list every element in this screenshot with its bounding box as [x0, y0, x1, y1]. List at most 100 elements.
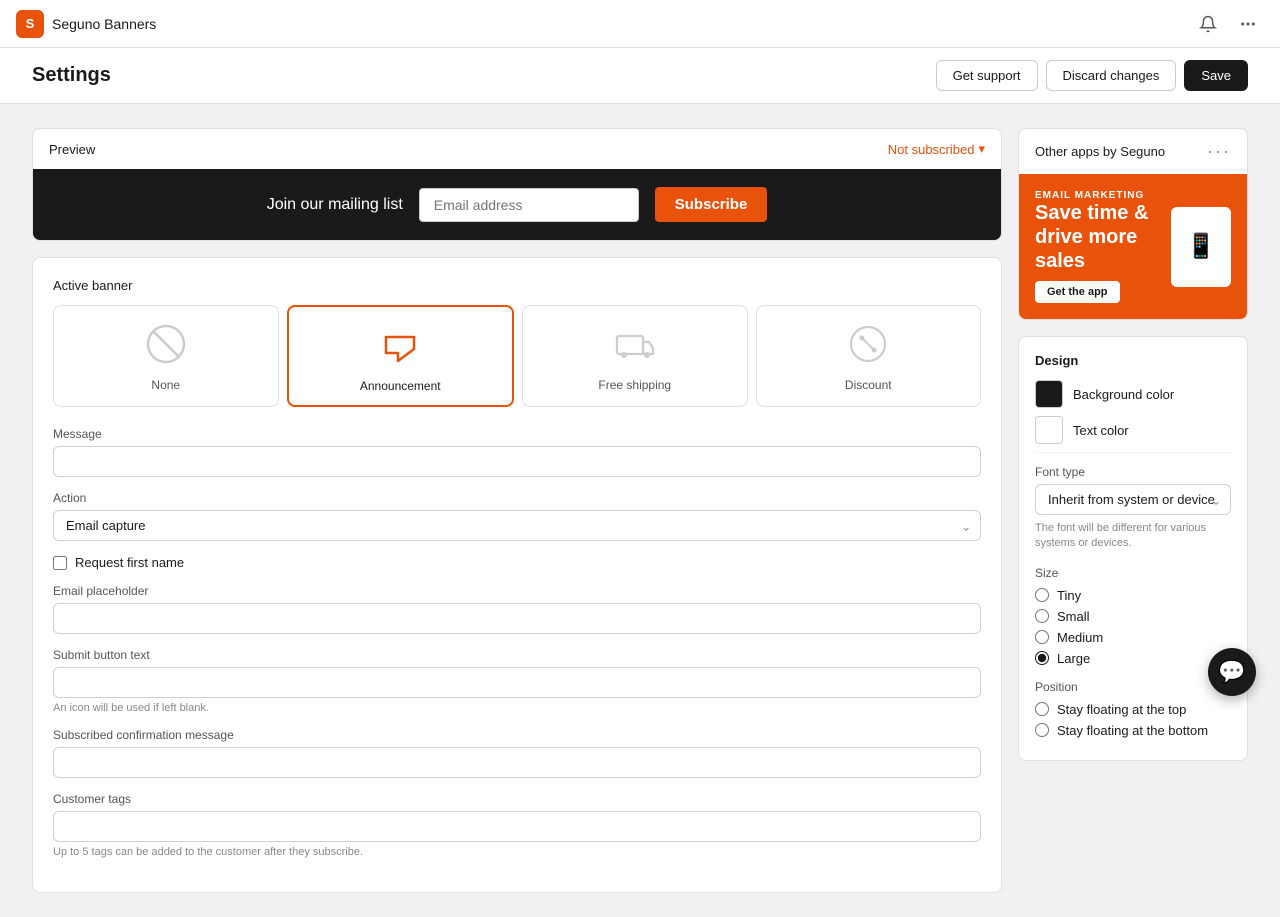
size-small-radio[interactable]	[1035, 609, 1049, 623]
size-small-label: Small	[1057, 609, 1090, 624]
promo-eyebrow: EMAIL MARKETING	[1035, 190, 1163, 201]
font-type-select[interactable]: Inherit from system or device	[1035, 484, 1231, 515]
position-section: Position Stay floating at the top Stay f…	[1035, 680, 1231, 738]
position-label: Position	[1035, 680, 1231, 694]
position-bottom-radio[interactable]	[1035, 723, 1049, 737]
get-support-button[interactable]: Get support	[936, 60, 1038, 91]
size-medium-radio[interactable]	[1035, 630, 1049, 644]
submit-hint: An icon will be used if left blank.	[53, 702, 981, 714]
settings-card: Active banner None	[32, 257, 1002, 893]
main-content: Preview Not subscribed ▾ Join our mailin…	[0, 104, 1280, 917]
other-apps-card: Other apps by Seguno ··· EMAIL MARKETING…	[1018, 128, 1248, 320]
design-card: Design Background color Text color Font …	[1018, 336, 1248, 761]
submit-button-group: Submit button text Subscribe An icon wil…	[53, 648, 981, 714]
banner-option-none-label: None	[151, 378, 180, 392]
design-section: Design Background color Text color Font …	[1019, 337, 1247, 760]
size-tiny-row[interactable]: Tiny	[1035, 588, 1231, 603]
font-type-select-wrapper: Inherit from system or device	[1035, 484, 1231, 515]
page-actions: Get support Discard changes Save	[936, 60, 1248, 91]
size-tiny-label: Tiny	[1057, 588, 1081, 603]
banner-option-announcement-label: Announcement	[360, 379, 441, 393]
message-group: Message Join our mailing list	[53, 427, 981, 477]
preview-banner: Join our mailing list Subscribe	[33, 169, 1001, 240]
size-medium-row[interactable]: Medium	[1035, 630, 1231, 645]
background-color-row: Background color	[1035, 380, 1231, 408]
customer-tags-hint: Up to 5 tags can be added to the custome…	[53, 846, 981, 858]
position-top-radio[interactable]	[1035, 702, 1049, 716]
action-group: Action Email capture	[53, 491, 981, 541]
chat-bubble[interactable]: 💬	[1208, 648, 1256, 696]
save-button[interactable]: Save	[1184, 60, 1248, 91]
message-label: Message	[53, 427, 981, 441]
preview-banner-text: Join our mailing list	[267, 196, 403, 214]
size-medium-label: Medium	[1057, 630, 1103, 645]
background-color-label: Background color	[1073, 387, 1174, 402]
size-large-label: Large	[1057, 651, 1090, 666]
font-type-hint: The font will be different for various s…	[1035, 521, 1231, 552]
email-placeholder-group: Email placeholder Email address	[53, 584, 981, 634]
email-placeholder-input[interactable]: Email address	[53, 603, 981, 634]
topbar: S Seguno Banners	[0, 0, 1280, 48]
banner-option-announcement[interactable]: Announcement	[287, 305, 515, 407]
position-top-row[interactable]: Stay floating at the top	[1035, 702, 1231, 717]
confirmation-input[interactable]: Thanks for subscribing	[53, 747, 981, 778]
background-color-swatch[interactable]	[1035, 380, 1063, 408]
font-type-label: Font type	[1035, 465, 1231, 479]
free-shipping-icon	[609, 318, 661, 370]
customer-tags-input[interactable]	[53, 811, 981, 842]
promo-banner: EMAIL MARKETING Save time & drive more s…	[1019, 174, 1247, 319]
request-first-name-checkbox[interactable]	[53, 556, 67, 570]
confirmation-label: Subscribed confirmation message	[53, 728, 981, 742]
divider	[1035, 452, 1231, 453]
request-first-name-row: Request first name	[53, 555, 981, 570]
more-menu-icon[interactable]	[1232, 8, 1264, 40]
discount-icon	[842, 318, 894, 370]
notifications-icon[interactable]	[1192, 8, 1224, 40]
other-apps-title: Other apps by Seguno	[1035, 144, 1165, 159]
preview-email-input[interactable]	[419, 188, 639, 222]
app-title: Seguno Banners	[52, 16, 156, 32]
position-bottom-label: Stay floating at the bottom	[1057, 723, 1208, 738]
promo-text: EMAIL MARKETING Save time & drive more s…	[1035, 190, 1163, 303]
app-logo: S	[16, 10, 44, 38]
message-input[interactable]: Join our mailing list	[53, 446, 981, 477]
size-label: Size	[1035, 566, 1231, 580]
promo-cta-button[interactable]: Get the app	[1035, 281, 1120, 303]
chat-icon: 💬	[1218, 659, 1245, 685]
position-bottom-row[interactable]: Stay floating at the bottom	[1035, 723, 1231, 738]
discard-changes-button[interactable]: Discard changes	[1046, 60, 1177, 91]
other-apps-header: Other apps by Seguno ···	[1019, 129, 1247, 174]
size-section: Size Tiny Small Medium	[1035, 566, 1231, 666]
design-title: Design	[1035, 353, 1231, 368]
page-header: Settings Get support Discard changes Sav…	[0, 48, 1280, 104]
banner-option-free-shipping[interactable]: Free shipping	[522, 305, 748, 407]
size-tiny-radio[interactable]	[1035, 588, 1049, 602]
preview-card-header: Preview Not subscribed ▾	[33, 129, 1001, 169]
submit-button-input[interactable]: Subscribe	[53, 667, 981, 698]
preview-subscribe-button[interactable]: Subscribe	[655, 187, 768, 222]
action-label: Action	[53, 491, 981, 505]
action-select[interactable]: Email capture	[53, 510, 981, 541]
action-select-wrapper: Email capture	[53, 510, 981, 541]
other-apps-more[interactable]: ···	[1207, 141, 1231, 162]
customer-tags-label: Customer tags	[53, 792, 981, 806]
right-column: Other apps by Seguno ··· EMAIL MARKETING…	[1018, 128, 1248, 893]
banner-option-free-shipping-label: Free shipping	[598, 378, 671, 392]
request-first-name-label: Request first name	[75, 555, 184, 570]
size-large-radio[interactable]	[1035, 651, 1049, 665]
text-color-row: Text color	[1035, 416, 1231, 444]
preview-label: Preview	[49, 142, 95, 157]
banner-option-discount[interactable]: Discount	[756, 305, 982, 407]
font-type-section: Font type Inherit from system or device …	[1035, 465, 1231, 552]
banner-option-discount-label: Discount	[845, 378, 892, 392]
size-large-row[interactable]: Large	[1035, 651, 1231, 666]
text-color-swatch[interactable]	[1035, 416, 1063, 444]
left-column: Preview Not subscribed ▾ Join our mailin…	[32, 128, 1002, 893]
announcement-icon	[374, 319, 426, 371]
none-icon	[140, 318, 192, 370]
banner-option-none[interactable]: None	[53, 305, 279, 407]
email-placeholder-label: Email placeholder	[53, 584, 981, 598]
submit-button-label: Submit button text	[53, 648, 981, 662]
subscription-status[interactable]: Not subscribed ▾	[888, 141, 985, 157]
size-small-row[interactable]: Small	[1035, 609, 1231, 624]
